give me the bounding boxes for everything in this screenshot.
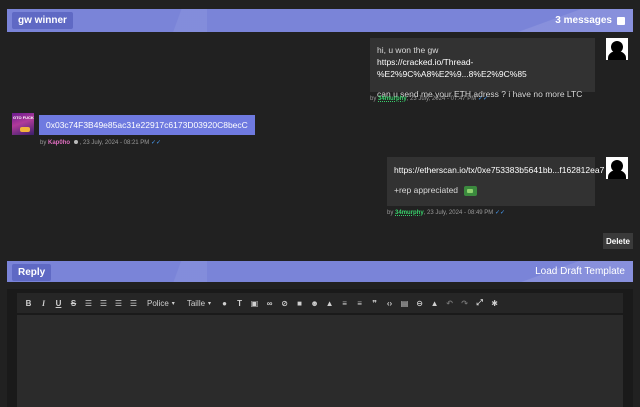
font-select-label: Police xyxy=(147,298,169,308)
chevron-down-icon: ▾ xyxy=(208,300,212,307)
message-spacer xyxy=(377,80,588,88)
money-emoji-icon xyxy=(464,185,478,196)
code-icon[interactable]: ‹› xyxy=(382,296,397,310)
chevron-down-icon: ▾ xyxy=(171,300,175,307)
size-select-label: Taille xyxy=(186,298,206,308)
message-meta: by 34murphy, 23 July, 2024 - 08:49 PM ✓✓ xyxy=(387,209,505,216)
message-line: hi, u won the gw xyxy=(377,45,439,55)
message-date: , 23 July, 2024 - 07:47 PM xyxy=(406,96,477,102)
select-all-checkbox[interactable] xyxy=(617,16,625,25)
message-bubble: https://etherscan.io/tx/0xe753383b5641bb… xyxy=(387,157,604,206)
link-icon[interactable]: ∞ xyxy=(262,296,277,310)
video-icon[interactable]: ■ xyxy=(292,296,307,310)
redo-icon[interactable]: ↷ xyxy=(457,296,472,310)
quote-icon[interactable]: ❞ xyxy=(367,296,382,310)
emoji-icon[interactable]: ☻ xyxy=(307,296,322,310)
align-left-icon[interactable]: ☰ xyxy=(81,296,96,310)
avatar[interactable]: GTO FUCK xyxy=(12,113,34,135)
clear-format-icon[interactable]: T xyxy=(232,296,247,310)
size-select[interactable]: Taille ▾ xyxy=(187,299,211,308)
message-bubble: hi, u won the gw https://cracked.io/Thre… xyxy=(370,38,595,99)
message-date: , 23 July, 2024 - 08:49 PM xyxy=(423,210,494,216)
message-link[interactable]: https://etherscan.io/tx/0xe753383b5641bb… xyxy=(394,164,604,176)
message-line: +rep appreciated xyxy=(394,184,588,196)
avatar-text: GTO FUCK xyxy=(13,115,34,120)
color-icon[interactable]: ● xyxy=(217,296,232,310)
load-draft-button[interactable]: Load Draft Template xyxy=(535,266,625,277)
read-receipt-icon: ✓✓ xyxy=(150,140,162,146)
copy-icon[interactable]: ▤ xyxy=(397,296,412,310)
messages-count-area: 3 messages xyxy=(555,15,625,26)
editor-toolbar: B I U S ☰ ☰ ☰ ☰ Police ▾ Taille ▾ ● T ▣ ∞ … xyxy=(17,293,623,313)
align-center-icon[interactable]: ☰ xyxy=(96,296,111,310)
message-text: +rep appreciated xyxy=(394,185,459,195)
reply-tab[interactable]: Reply xyxy=(12,264,52,281)
strikethrough-icon[interactable]: S xyxy=(66,296,81,310)
settings-gear-icon[interactable]: ✱ xyxy=(487,296,502,310)
bold-icon[interactable]: B xyxy=(21,296,36,310)
unlink-icon[interactable]: ⊘ xyxy=(277,296,292,310)
thread-header: gw winner 3 messages xyxy=(7,9,633,32)
reply-header: Reply Load Draft Template xyxy=(7,261,633,282)
lock-icon[interactable]: ▲ xyxy=(322,296,337,310)
delete-button[interactable]: Delete xyxy=(603,233,633,249)
hide-lock-icon[interactable]: ▲ xyxy=(427,296,442,310)
online-status-icon xyxy=(73,140,78,145)
reply-textarea[interactable] xyxy=(17,315,623,407)
font-select[interactable]: Police ▾ xyxy=(147,299,175,308)
messages-count: 3 messages xyxy=(555,15,612,26)
bullet-list-icon[interactable]: ≡ xyxy=(352,296,367,310)
message-date: , 23 July, 2024 - 08:21 PM xyxy=(79,140,150,146)
fullscreen-icon[interactable]: ⤢ xyxy=(472,296,487,310)
italic-icon[interactable]: I xyxy=(36,296,51,310)
meta-prefix: by xyxy=(370,96,377,102)
username-link[interactable]: 34murphy xyxy=(395,210,424,216)
meta-prefix: by xyxy=(387,210,394,216)
message-meta: by 34murphy, 23 July, 2024 - 07:47 PM ✓✓ xyxy=(370,95,488,102)
reply-editor: B I U S ☰ ☰ ☰ ☰ Police ▾ Taille ▾ ● T ▣ ∞ … xyxy=(7,289,633,407)
minus-circle-icon[interactable]: ⊖ xyxy=(412,296,427,310)
username-link[interactable]: 34murphy xyxy=(378,96,407,102)
align-right-icon[interactable]: ☰ xyxy=(111,296,126,310)
message-meta: by Kap0ho , 23 July, 2024 - 08:21 PM ✓✓ xyxy=(40,139,161,146)
read-receipt-icon: ✓✓ xyxy=(477,96,489,102)
undo-icon[interactable]: ↶ xyxy=(442,296,457,310)
message-link[interactable]: https://cracked.io/Thread-%E2%9C%A8%E2%9… xyxy=(377,56,588,80)
thread-title: gw winner xyxy=(12,12,73,29)
message-bubble: 0x03c74F3B49e85ac31e22917c6173D03920C8be… xyxy=(39,115,255,135)
image-icon[interactable]: ▣ xyxy=(247,296,262,310)
username-link[interactable]: Kap0ho xyxy=(48,140,70,146)
align-justify-icon[interactable]: ☰ xyxy=(126,296,141,310)
numbered-list-icon[interactable]: ≡ xyxy=(337,296,352,310)
meta-prefix: by xyxy=(40,140,47,146)
avatar-decoration xyxy=(20,127,30,132)
avatar[interactable] xyxy=(606,157,628,179)
message-spacer xyxy=(394,176,588,184)
read-receipt-icon: ✓✓ xyxy=(494,210,506,216)
underline-icon[interactable]: U xyxy=(51,296,66,310)
avatar[interactable] xyxy=(606,38,628,60)
